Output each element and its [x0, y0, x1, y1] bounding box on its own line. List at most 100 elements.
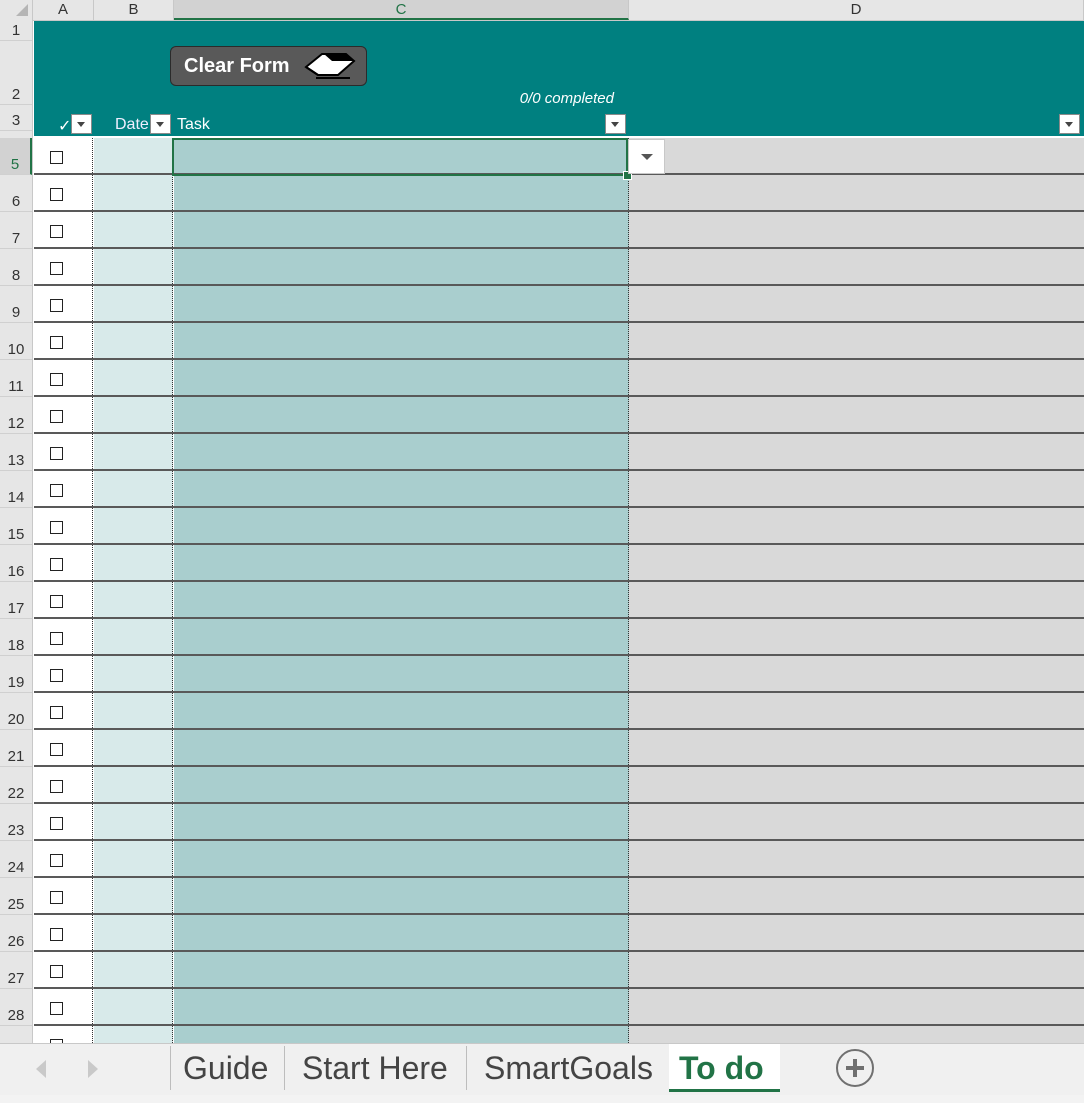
date-cell[interactable]	[94, 212, 173, 249]
check-cell[interactable]	[34, 841, 93, 878]
task-cell[interactable]	[174, 767, 629, 804]
check-cell[interactable]	[34, 656, 93, 693]
row-header[interactable]: 1	[0, 20, 32, 41]
checkbox[interactable]	[50, 743, 63, 756]
row-header[interactable]: 28	[0, 989, 32, 1026]
check-cell[interactable]	[34, 286, 93, 323]
row-header[interactable]: 15	[0, 508, 32, 545]
checkbox[interactable]	[50, 336, 63, 349]
date-cell[interactable]	[94, 360, 173, 397]
task-cell[interactable]	[174, 1026, 629, 1043]
task-cell[interactable]	[174, 693, 629, 730]
date-cell[interactable]	[94, 434, 173, 471]
date-cell[interactable]	[94, 656, 173, 693]
extra-cell[interactable]	[629, 286, 1084, 323]
extra-cell[interactable]	[629, 212, 1084, 249]
row-header[interactable]: 13	[0, 434, 32, 471]
task-cell[interactable]	[174, 397, 629, 434]
row-header[interactable]: 7	[0, 212, 32, 249]
column-header-c[interactable]: C	[174, 0, 629, 20]
task-cell[interactable]	[174, 730, 629, 767]
checkbox[interactable]	[50, 558, 63, 571]
extra-cell[interactable]	[629, 397, 1084, 434]
date-cell[interactable]	[94, 693, 173, 730]
plus-circle-icon[interactable]	[836, 1049, 874, 1087]
checkbox[interactable]	[50, 632, 63, 645]
filter-dropdown-a[interactable]	[71, 114, 92, 134]
check-cell[interactable]	[34, 1026, 93, 1043]
check-cell[interactable]	[34, 212, 93, 249]
task-cell[interactable]	[174, 212, 629, 249]
check-cell[interactable]	[34, 471, 93, 508]
date-cell[interactable]	[94, 730, 173, 767]
check-cell[interactable]	[34, 915, 93, 952]
date-cell[interactable]	[94, 804, 173, 841]
date-cell[interactable]	[94, 767, 173, 804]
extra-cell[interactable]	[629, 767, 1084, 804]
check-cell[interactable]	[34, 878, 93, 915]
row-header[interactable]: 27	[0, 952, 32, 989]
date-cell[interactable]	[94, 508, 173, 545]
row-header[interactable]: 26	[0, 915, 32, 952]
row-header[interactable]: 17	[0, 582, 32, 619]
check-cell[interactable]	[34, 804, 93, 841]
date-cell[interactable]	[94, 471, 173, 508]
checkbox[interactable]	[50, 373, 63, 386]
scroll-tabs-right-icon[interactable]	[88, 1060, 98, 1078]
check-cell[interactable]	[34, 508, 93, 545]
row-header[interactable]: 5	[0, 138, 32, 175]
row-header[interactable]: 14	[0, 471, 32, 508]
task-cell[interactable]	[174, 915, 629, 952]
check-cell[interactable]	[34, 767, 93, 804]
extra-cell[interactable]	[629, 656, 1084, 693]
row-header[interactable]: 16	[0, 545, 32, 582]
checkbox[interactable]	[50, 299, 63, 312]
task-cell[interactable]	[174, 249, 629, 286]
checkbox[interactable]	[50, 521, 63, 534]
checkbox[interactable]	[50, 447, 63, 460]
task-cell[interactable]	[174, 804, 629, 841]
task-cell[interactable]	[174, 286, 629, 323]
extra-cell[interactable]	[629, 360, 1084, 397]
check-cell[interactable]	[34, 619, 93, 656]
checkbox[interactable]	[50, 484, 63, 497]
date-cell[interactable]	[94, 1026, 173, 1043]
extra-cell[interactable]	[629, 989, 1084, 1026]
task-cell[interactable]	[174, 989, 629, 1026]
checkbox[interactable]	[50, 410, 63, 423]
active-cell-selection[interactable]	[172, 138, 628, 176]
scroll-tabs-left-icon[interactable]	[36, 1060, 46, 1078]
check-cell[interactable]	[34, 952, 93, 989]
row-header[interactable]: 12	[0, 397, 32, 434]
checkbox[interactable]	[50, 595, 63, 608]
checkbox[interactable]	[50, 891, 63, 904]
task-cell[interactable]	[174, 619, 629, 656]
extra-cell[interactable]	[629, 730, 1084, 767]
row-header[interactable]: 6	[0, 175, 32, 212]
select-all-corner[interactable]	[0, 0, 33, 20]
date-cell[interactable]	[94, 249, 173, 286]
check-cell[interactable]	[34, 360, 93, 397]
row-header[interactable]: 9	[0, 286, 32, 323]
row-header[interactable]: 3	[0, 105, 32, 131]
extra-cell[interactable]	[629, 508, 1084, 545]
task-cell[interactable]	[174, 582, 629, 619]
checkbox[interactable]	[50, 1002, 63, 1015]
extra-cell[interactable]	[629, 804, 1084, 841]
date-cell[interactable]	[94, 619, 173, 656]
cell-dropdown-button[interactable]	[628, 139, 665, 174]
date-cell[interactable]	[94, 841, 173, 878]
check-cell[interactable]	[34, 730, 93, 767]
task-cell[interactable]	[174, 545, 629, 582]
checkbox[interactable]	[50, 669, 63, 682]
extra-cell[interactable]	[629, 582, 1084, 619]
row-header[interactable]: 25	[0, 878, 32, 915]
extra-cell[interactable]	[629, 878, 1084, 915]
date-cell[interactable]	[94, 545, 173, 582]
filter-dropdown-b[interactable]	[150, 114, 171, 134]
clear-form-button[interactable]: Clear Form	[170, 46, 367, 86]
check-cell[interactable]	[34, 249, 93, 286]
row-header[interactable]: 11	[0, 360, 32, 397]
row-header[interactable]: 22	[0, 767, 32, 804]
task-cell[interactable]	[174, 360, 629, 397]
